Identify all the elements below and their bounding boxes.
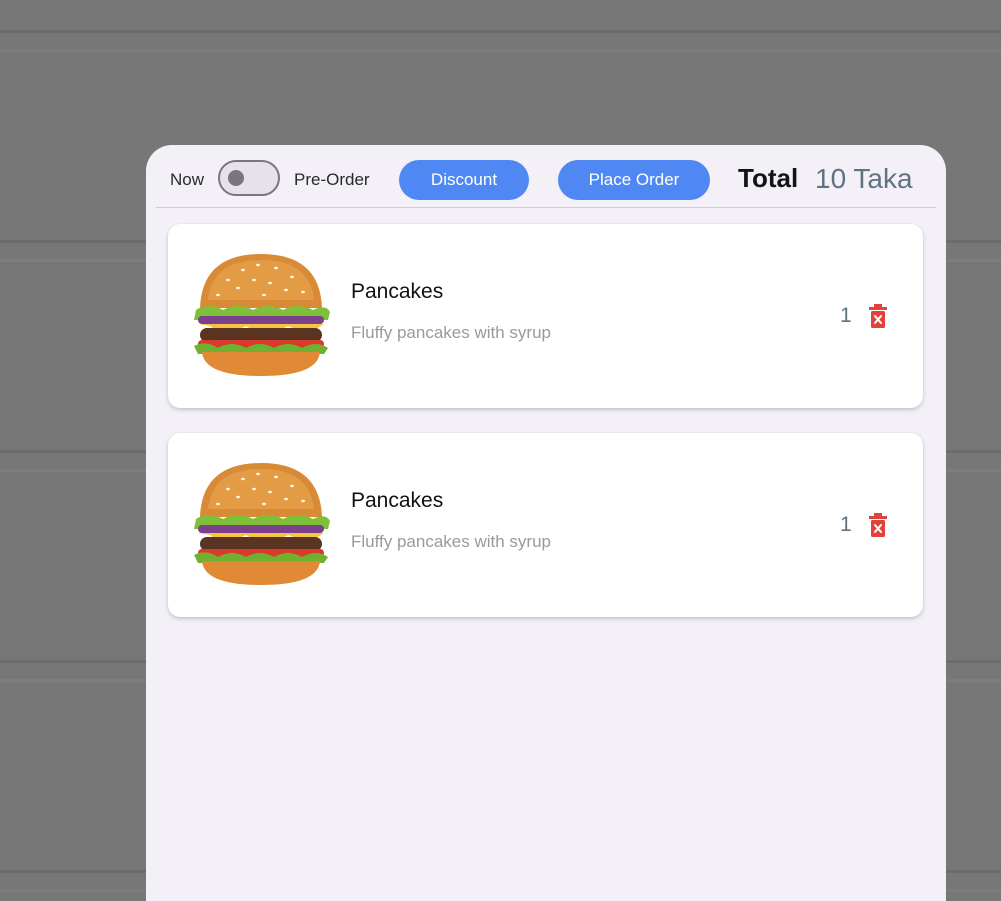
total-label: Total <box>738 163 799 193</box>
preorder-label: Pre-Order <box>294 170 370 189</box>
now-label: Now <box>170 170 205 189</box>
item-quantity: 1 <box>840 513 852 536</box>
item-quantity: 1 <box>840 304 852 327</box>
discount-button[interactable]: Discount <box>399 160 529 200</box>
burger-image <box>194 254 330 376</box>
delete-icon[interactable] <box>868 304 888 328</box>
delete-icon[interactable] <box>868 513 888 537</box>
cart-toolbar: Now Pre-Order Discount Place Order Total… <box>146 145 946 208</box>
toggle-knob <box>228 170 244 186</box>
burger-image <box>194 463 330 585</box>
preorder-toggle[interactable] <box>218 160 280 196</box>
cart-sheet: Now Pre-Order Discount Place Order Total… <box>146 145 946 901</box>
cart-item-card: Pancakes Fluffy pancakes with syrup 1 <box>168 224 923 408</box>
background-divider <box>0 30 1001 52</box>
total-value: 10 Taka <box>815 163 913 194</box>
cart-item-card: Pancakes Fluffy pancakes with syrup 1 <box>168 433 923 617</box>
item-description: Fluffy pancakes with syrup <box>351 532 551 551</box>
place-order-button[interactable]: Place Order <box>558 160 710 200</box>
item-description: Fluffy pancakes with syrup <box>351 323 551 342</box>
toolbar-divider <box>156 207 936 208</box>
item-name: Pancakes <box>351 489 444 512</box>
item-name: Pancakes <box>351 280 444 303</box>
